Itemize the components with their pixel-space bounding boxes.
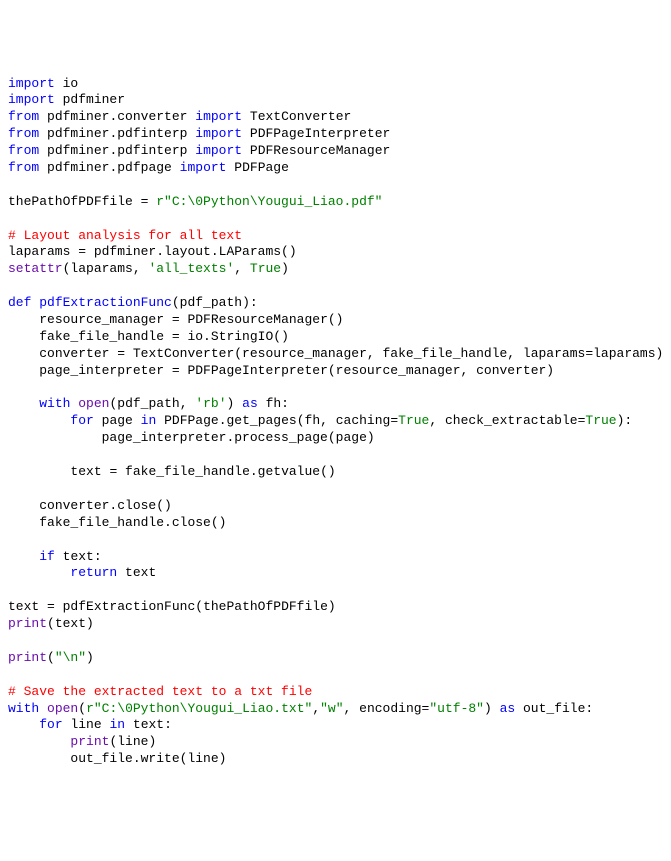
module-path: pdfminer.converter [47, 109, 187, 124]
var: text [133, 717, 164, 732]
string-literal: 'rb' [195, 396, 226, 411]
const-true: True [398, 413, 429, 428]
arg: laparams [70, 261, 132, 276]
var: text [70, 464, 101, 479]
equals: = [164, 329, 187, 344]
module-io: io [63, 76, 79, 91]
module-pdfminer: pdfminer [63, 92, 125, 107]
equals: = [164, 363, 187, 378]
symbol: PDFResourceManager [250, 143, 390, 158]
call: fake_file_handle.close() [39, 515, 226, 530]
equals: = [133, 194, 156, 209]
symbol: TextConverter [250, 109, 351, 124]
keyword-as: as [242, 396, 258, 411]
call: PDFPageInterpreter(resource_manager, con… [187, 363, 554, 378]
var: converter [39, 346, 109, 361]
call: io.StringIO() [187, 329, 288, 344]
builtin-open: open [47, 701, 78, 716]
var: text [125, 565, 156, 580]
keyword-from: from [8, 126, 39, 141]
var: line [70, 717, 101, 732]
kwarg: encoding= [359, 701, 429, 716]
var: page [102, 413, 133, 428]
keyword-from: from [8, 109, 39, 124]
builtin-setattr: setattr [8, 261, 63, 276]
keyword-as: as [500, 701, 516, 716]
var: page_interpreter [39, 363, 164, 378]
equals: = [164, 312, 187, 327]
symbol: PDFPageInterpreter [250, 126, 390, 141]
keyword-import: import [195, 109, 242, 124]
call: page_interpreter.process_page(page) [102, 430, 375, 445]
equals: = [102, 464, 125, 479]
string-literal: "utf-8" [429, 701, 484, 716]
var: text [63, 549, 94, 564]
keyword-import: import [180, 160, 227, 175]
module-path: pdfminer.pdfinterp [47, 126, 187, 141]
builtin-open: open [78, 396, 109, 411]
builtin-print: print [70, 734, 109, 749]
var: out_file [523, 701, 585, 716]
string-literal: r"C:\0Python\Yougui_Liao.txt" [86, 701, 312, 716]
module-path: pdfminer.pdfinterp [47, 143, 187, 158]
builtin-print: print [8, 650, 47, 665]
string-literal: r"C:\0Python\Yougui_Liao.pdf" [156, 194, 382, 209]
var: laparams [8, 244, 70, 259]
code-block: import io import pdfminer from pdfminer.… [8, 76, 663, 769]
keyword-import: import [195, 126, 242, 141]
keyword-in: in [141, 413, 157, 428]
text: , check_extractable= [429, 413, 585, 428]
call: out_file.write(line) [70, 751, 226, 766]
module-path: pdfminer.pdfpage [47, 160, 172, 175]
var: fake_file_handle [39, 329, 164, 344]
equals: = [39, 599, 62, 614]
call: converter.close() [39, 498, 172, 513]
keyword-with: with [8, 701, 39, 716]
keyword-for: for [70, 413, 93, 428]
var: thePathOfPDFfile [8, 194, 133, 209]
string-literal: "\n" [55, 650, 86, 665]
keyword-return: return [70, 565, 117, 580]
func-def-name: pdfExtractionFunc [39, 295, 172, 310]
string-literal: 'all_texts' [148, 261, 234, 276]
call: TextConverter(resource_manager, fake_fil… [133, 346, 664, 361]
call: pdfminer.layout.LAParams() [94, 244, 297, 259]
call: PDFResourceManager() [187, 312, 343, 327]
param: pdf_path [180, 295, 242, 310]
arg: pdf_path [117, 396, 179, 411]
var: resource_manager [39, 312, 164, 327]
keyword-with: with [39, 396, 70, 411]
keyword-from: from [8, 160, 39, 175]
keyword-import: import [195, 143, 242, 158]
keyword-import: import [8, 76, 55, 91]
const-true: True [585, 413, 616, 428]
var: fh [266, 396, 282, 411]
string-literal: "w" [320, 701, 343, 716]
keyword-def: def [8, 295, 31, 310]
keyword-import: import [8, 92, 55, 107]
call: fake_file_handle.getvalue() [125, 464, 336, 479]
comment: # Layout analysis for all text [8, 228, 242, 243]
equals: = [109, 346, 132, 361]
keyword-in: in [109, 717, 125, 732]
var: text [8, 599, 39, 614]
arg: thePathOfPDFfile [203, 599, 328, 614]
arg: line [117, 734, 148, 749]
arg: text [55, 616, 86, 631]
call: pdfExtractionFunc [63, 599, 196, 614]
call: PDFPage.get_pages(fh, caching= [164, 413, 398, 428]
keyword-for: for [39, 717, 62, 732]
equals: = [70, 244, 93, 259]
const-true: True [250, 261, 281, 276]
keyword-if: if [39, 549, 55, 564]
comment: # Save the extracted text to a txt file [8, 684, 312, 699]
keyword-from: from [8, 143, 39, 158]
symbol: PDFPage [234, 160, 289, 175]
builtin-print: print [8, 616, 47, 631]
